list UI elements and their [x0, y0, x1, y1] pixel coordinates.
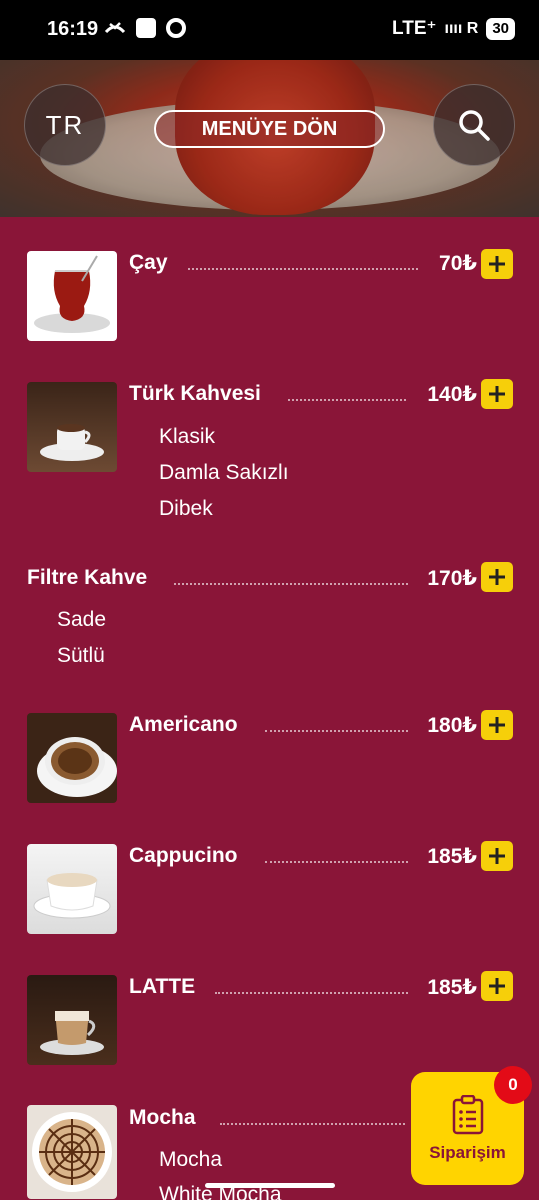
americano-image [27, 713, 117, 803]
item-price: 170₺ [427, 567, 477, 590]
add-to-cart-button[interactable] [481, 379, 513, 409]
status-bar: 16:19 LTE⁺ ıııı R 30 [0, 0, 539, 60]
item-price: 185₺ [427, 845, 477, 868]
status-time: 16:19 [47, 18, 99, 40]
latte-image [27, 975, 117, 1065]
status-right: LTE⁺ ıııı R 30 [392, 17, 515, 40]
item-price: 180₺ [427, 714, 477, 737]
plus-icon [489, 569, 505, 585]
mocha-image [27, 1105, 117, 1199]
order-list-icon [452, 1094, 483, 1134]
plus-icon [489, 848, 505, 864]
item-name: Mocha [129, 1106, 196, 1129]
item-name: Türk Kahvesi [129, 382, 261, 405]
language-button[interactable]: TR [24, 84, 106, 166]
my-order-button[interactable]: Siparişim 0 [411, 1066, 532, 1185]
battery-icon: 30 [486, 17, 515, 40]
cappucino-image [27, 844, 117, 934]
item-option: Sade [57, 608, 107, 631]
add-to-cart-button[interactable] [481, 971, 513, 1001]
tea-glass-image [27, 251, 117, 341]
item-name: Cappucino [129, 844, 238, 867]
search-icon [459, 110, 490, 141]
home-indicator[interactable] [205, 1183, 335, 1188]
item-name: Americano [129, 713, 238, 736]
item-option: Sütlü [57, 644, 105, 667]
order-count-badge: 0 [494, 1066, 532, 1104]
app-square-icon [136, 18, 156, 38]
search-button[interactable] [433, 84, 515, 166]
item-price: 140₺ [427, 383, 477, 406]
add-to-cart-button[interactable] [481, 562, 513, 592]
circle-app-icon [166, 18, 186, 38]
item-price: 70₺ [439, 252, 477, 275]
add-to-cart-button[interactable] [481, 710, 513, 740]
item-option: Mocha [159, 1148, 223, 1171]
back-to-menu-button[interactable]: MENÜYE DÖN [154, 110, 385, 148]
missed-call-icon [104, 22, 126, 34]
my-order-label: Siparişim [429, 1142, 506, 1162]
plus-icon [489, 978, 505, 994]
item-name: LATTE [129, 975, 196, 998]
network-type: LTE⁺ [392, 18, 437, 39]
add-to-cart-button[interactable] [481, 249, 513, 279]
turkish-coffee-image [27, 382, 117, 472]
item-price: 185₺ [427, 976, 477, 999]
status-notification-icons [104, 18, 186, 38]
item-name: Filtre Kahve [27, 566, 148, 589]
plus-icon [489, 256, 505, 272]
item-option: Klasik [159, 425, 216, 448]
item-option: Dibek [159, 497, 213, 520]
add-to-cart-button[interactable] [481, 841, 513, 871]
item-name: Çay [129, 251, 168, 274]
plus-icon [489, 386, 505, 402]
plus-icon [489, 717, 505, 733]
signal-icon: ıııı R [444, 19, 479, 37]
item-option: Damla Sakızlı [159, 461, 289, 484]
